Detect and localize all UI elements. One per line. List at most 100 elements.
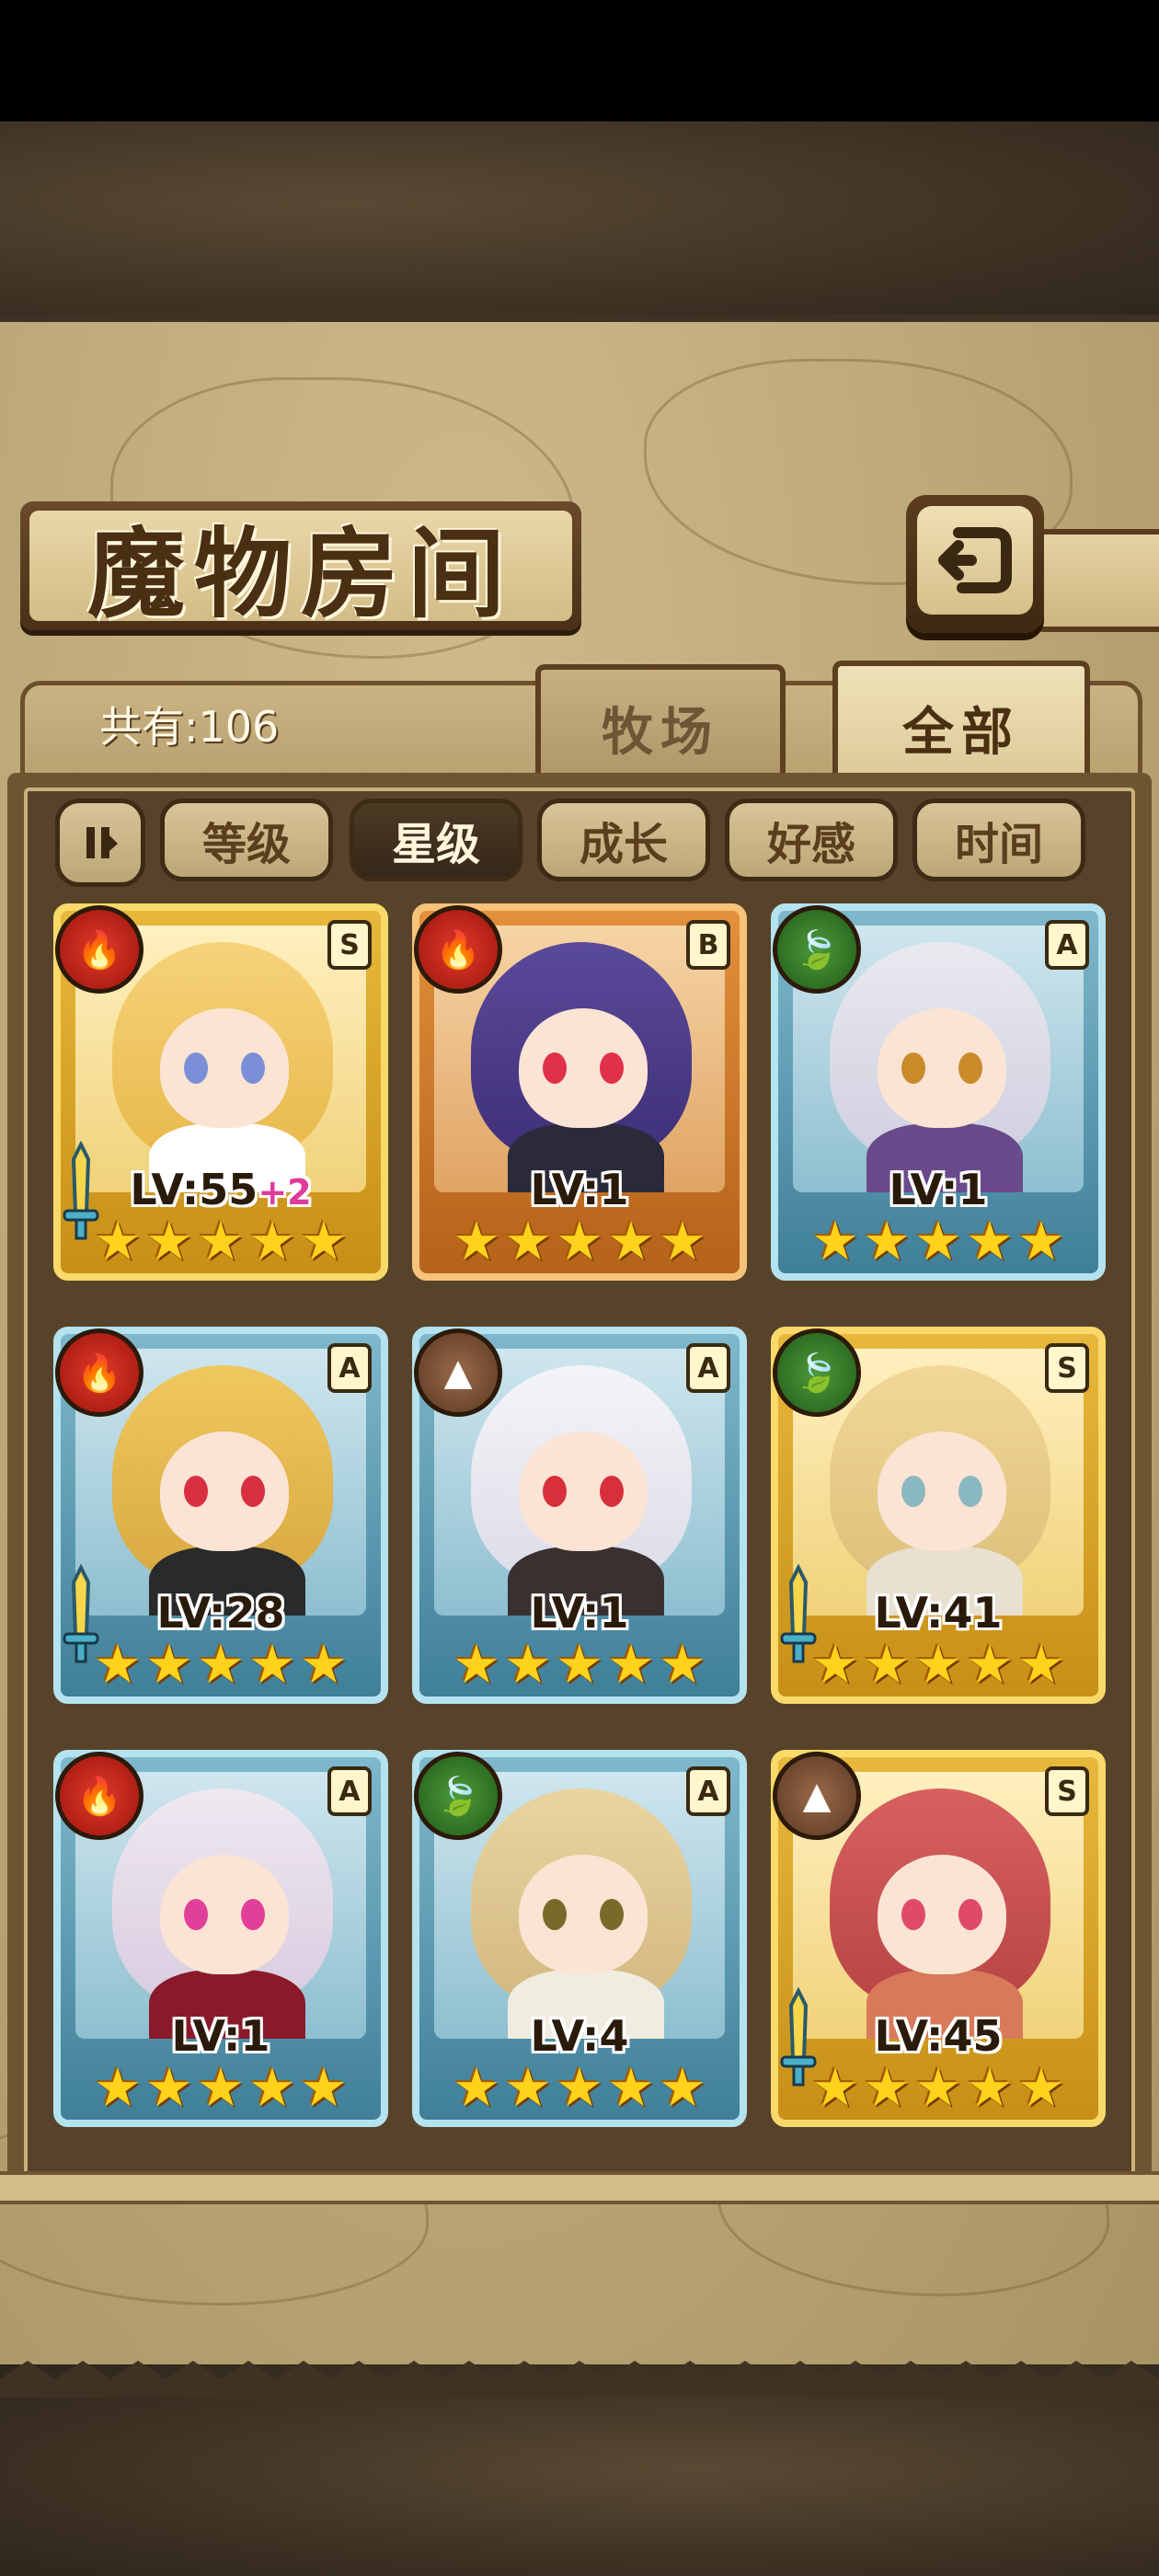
filter-star[interactable]: 星级 bbox=[350, 799, 522, 881]
star-icon: ★ bbox=[145, 1633, 193, 1696]
rank-badge: A bbox=[1045, 920, 1089, 970]
star-icon: ★ bbox=[607, 2056, 655, 2119]
star-icon: ★ bbox=[197, 2056, 245, 2119]
earth-element-icon: ▲ bbox=[773, 1752, 861, 1840]
star-icon: ★ bbox=[197, 1210, 245, 1272]
monster-level: LV:1 bbox=[419, 1588, 740, 1638]
status-bar bbox=[0, 0, 1159, 121]
monster-level: LV:41 bbox=[778, 1588, 1098, 1638]
star-icon: ★ bbox=[504, 1210, 552, 1272]
rank-badge: A bbox=[327, 1343, 372, 1393]
star-icon: ★ bbox=[248, 1633, 296, 1696]
monster-level: LV:55+2 bbox=[61, 1165, 381, 1214]
monster-level: LV:28 bbox=[61, 1588, 381, 1638]
monster-level: LV:1 bbox=[61, 2011, 381, 2061]
star-icon: ★ bbox=[556, 1633, 603, 1696]
star-rating: ★ ★ ★ ★ ★ bbox=[453, 1210, 706, 1272]
fire-element-icon: 🔥 bbox=[414, 905, 502, 994]
star-icon: ★ bbox=[914, 1210, 962, 1272]
monster-level: LV:1 bbox=[419, 1165, 740, 1214]
star-icon: ★ bbox=[453, 1210, 500, 1272]
level-text: LV:45 bbox=[874, 2011, 1003, 2061]
star-rating: ★ ★ ★ ★ ★ bbox=[453, 2056, 706, 2119]
monster-card[interactable]: 🍃 A LV:4 ★ ★ ★ ★ ★ bbox=[412, 1750, 747, 2127]
star-icon: ★ bbox=[94, 1633, 142, 1696]
zigzag-border-bottom bbox=[0, 2361, 1159, 2398]
leaf-element-icon: 🍃 bbox=[773, 1328, 861, 1417]
monster-card[interactable]: 🔥 B LV:1 ★ ★ ★ ★ ★ bbox=[412, 903, 747, 1281]
rank-badge: A bbox=[686, 1766, 730, 1816]
star-icon: ★ bbox=[966, 2056, 1014, 2119]
tab-all[interactable]: 全部 bbox=[832, 661, 1090, 789]
star-icon: ★ bbox=[1017, 1633, 1065, 1696]
monster-card[interactable]: 🔥 S LV:55+2 ★ ★ ★ ★ ★ bbox=[53, 903, 388, 1281]
star-icon: ★ bbox=[145, 2056, 193, 2119]
star-icon: ★ bbox=[556, 1210, 603, 1272]
star-icon: ★ bbox=[914, 1633, 962, 1696]
monster-card[interactable]: 🔥 A LV:28 ★ ★ ★ ★ ★ bbox=[53, 1327, 388, 1704]
level-text: LV:41 bbox=[874, 1588, 1003, 1638]
star-icon: ★ bbox=[811, 1210, 859, 1272]
map-background-top bbox=[0, 121, 1159, 324]
sort-order-toggle[interactable] bbox=[55, 799, 145, 887]
tab-farm[interactable]: 牧场 bbox=[535, 664, 786, 786]
monster-card[interactable]: 🍃 S LV:41 ★ ★ ★ ★ ★ bbox=[771, 1327, 1106, 1704]
star-icon: ★ bbox=[863, 1633, 911, 1696]
leaf-element-icon: 🍃 bbox=[414, 1752, 502, 1840]
star-icon: ★ bbox=[659, 1210, 706, 1272]
star-icon: ★ bbox=[248, 2056, 296, 2119]
star-icon: ★ bbox=[811, 1633, 859, 1696]
fire-element-icon: 🔥 bbox=[55, 1752, 143, 1840]
monster-level: LV:45 bbox=[778, 2011, 1098, 2061]
earth-element-icon: ▲ bbox=[414, 1328, 502, 1417]
filter-level[interactable]: 等级 bbox=[160, 799, 333, 881]
page-title: 魔物房间 bbox=[87, 516, 514, 631]
rank-badge: S bbox=[1045, 1343, 1089, 1393]
monster-level: LV:4 bbox=[419, 2011, 740, 2061]
level-text: LV:1 bbox=[171, 2011, 270, 2061]
star-icon: ★ bbox=[94, 2056, 142, 2119]
rank-badge: S bbox=[327, 920, 372, 970]
star-icon: ★ bbox=[504, 1633, 552, 1696]
filter-affection[interactable]: 好感 bbox=[725, 799, 898, 881]
level-bonus: +2 bbox=[258, 1172, 312, 1213]
star-icon: ★ bbox=[504, 2056, 552, 2119]
star-icon: ★ bbox=[197, 1633, 245, 1696]
star-icon: ★ bbox=[300, 1633, 348, 1696]
pause-bars-icon bbox=[86, 827, 118, 858]
filter-growth[interactable]: 成长 bbox=[537, 799, 710, 881]
star-icon: ★ bbox=[453, 2056, 500, 2119]
monster-card[interactable]: ▲ A LV:1 ★ ★ ★ ★ ★ bbox=[412, 1327, 747, 1704]
star-icon: ★ bbox=[966, 1633, 1014, 1696]
star-rating: ★ ★ ★ ★ ★ bbox=[94, 1633, 348, 1696]
star-icon: ★ bbox=[1017, 1210, 1065, 1272]
filter-time[interactable]: 时间 bbox=[912, 799, 1085, 881]
star-icon: ★ bbox=[556, 2056, 603, 2119]
level-text: LV:28 bbox=[156, 1588, 285, 1638]
title-plate: 魔物房间 bbox=[20, 501, 581, 631]
back-button[interactable] bbox=[906, 495, 1044, 633]
fire-element-icon: 🔥 bbox=[55, 905, 143, 994]
star-rating: ★ ★ ★ ★ ★ bbox=[94, 1210, 348, 1272]
star-rating: ★ ★ ★ ★ ★ bbox=[94, 2056, 348, 2119]
star-icon: ★ bbox=[607, 1633, 655, 1696]
star-rating: ★ ★ ★ ★ ★ bbox=[811, 1210, 1065, 1272]
star-icon: ★ bbox=[966, 1210, 1014, 1272]
return-arrow-icon bbox=[938, 527, 1012, 593]
star-rating: ★ ★ ★ ★ ★ bbox=[811, 1633, 1065, 1696]
monster-card[interactable]: 🍃 A LV:1 ★ ★ ★ ★ ★ bbox=[771, 903, 1106, 1281]
star-icon: ★ bbox=[914, 2056, 962, 2119]
star-icon: ★ bbox=[453, 1633, 500, 1696]
rank-badge: A bbox=[327, 1766, 372, 1816]
star-icon: ★ bbox=[94, 1210, 142, 1272]
back-bar bbox=[1030, 529, 1159, 632]
monster-level: LV:1 bbox=[778, 1165, 1098, 1214]
monster-card[interactable]: ▲ S LV:45 ★ ★ ★ ★ ★ bbox=[771, 1750, 1106, 2127]
level-text: LV:1 bbox=[530, 1588, 629, 1638]
fire-element-icon: 🔥 bbox=[55, 1328, 143, 1417]
star-icon: ★ bbox=[659, 1633, 706, 1696]
monster-card[interactable]: 🔥 A LV:1 ★ ★ ★ ★ ★ bbox=[53, 1750, 388, 2127]
star-icon: ★ bbox=[607, 1210, 655, 1272]
rank-badge: B bbox=[686, 920, 730, 970]
level-text: LV:4 bbox=[530, 2011, 629, 2061]
